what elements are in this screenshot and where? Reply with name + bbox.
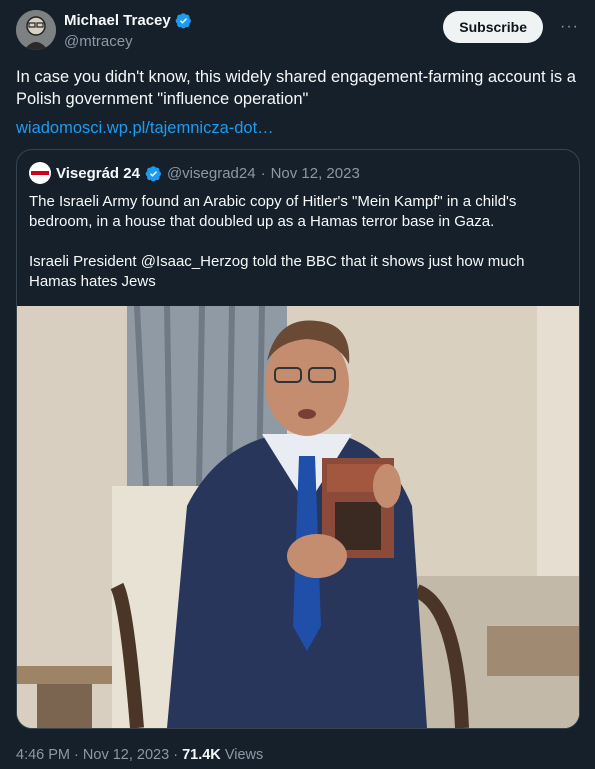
tweet-footer: 4:46 PM · Nov 12, 2023 · 71.4K Views [16,747,263,763]
tweet-header: Michael Tracey @mtracey Subscribe ··· [16,10,583,54]
footer-separator: · [74,747,79,763]
post-date[interactable]: Nov 12, 2023 [83,747,169,763]
quoted-tweet[interactable]: Visegrád 24 @visegrad24 · Nov 12, 2023 T… [16,149,580,729]
quoted-separator: · [260,164,266,182]
author-handle[interactable]: @mtracey [64,33,133,50]
quoted-date: Nov 12, 2023 [270,164,360,182]
footer-separator-2: · [173,747,179,763]
quoted-author-name: Visegrád 24 [56,164,140,182]
quoted-tweet-header: Visegrád 24 @visegrad24 · Nov 12, 2023 [29,162,360,184]
verified-badge-icon [175,13,191,29]
author-name-line: Michael Tracey [64,12,192,29]
quoted-verified-badge-icon [145,165,161,181]
subscribe-button[interactable]: Subscribe [443,11,543,43]
views-count: 71.4K [182,747,221,763]
quoted-tweet-photo[interactable] [17,306,579,728]
views-label: Views [224,747,264,763]
author-name[interactable]: Michael Tracey [64,12,171,29]
quoted-author-handle: @visegrad24 [166,164,256,182]
quoted-author-avatar [29,162,51,184]
tweet-text: In case you didn't know, this widely sha… [16,68,576,108]
post-time[interactable]: 4:46 PM [16,747,70,763]
quoted-tweet-text: The Israeli Army found an Arabic copy of… [29,193,525,290]
tweet-link[interactable]: wiadomosci.wp.pl/tajemnicza-dot… [16,117,274,139]
author-avatar[interactable] [16,10,56,50]
more-options-icon[interactable]: ··· [560,18,579,36]
